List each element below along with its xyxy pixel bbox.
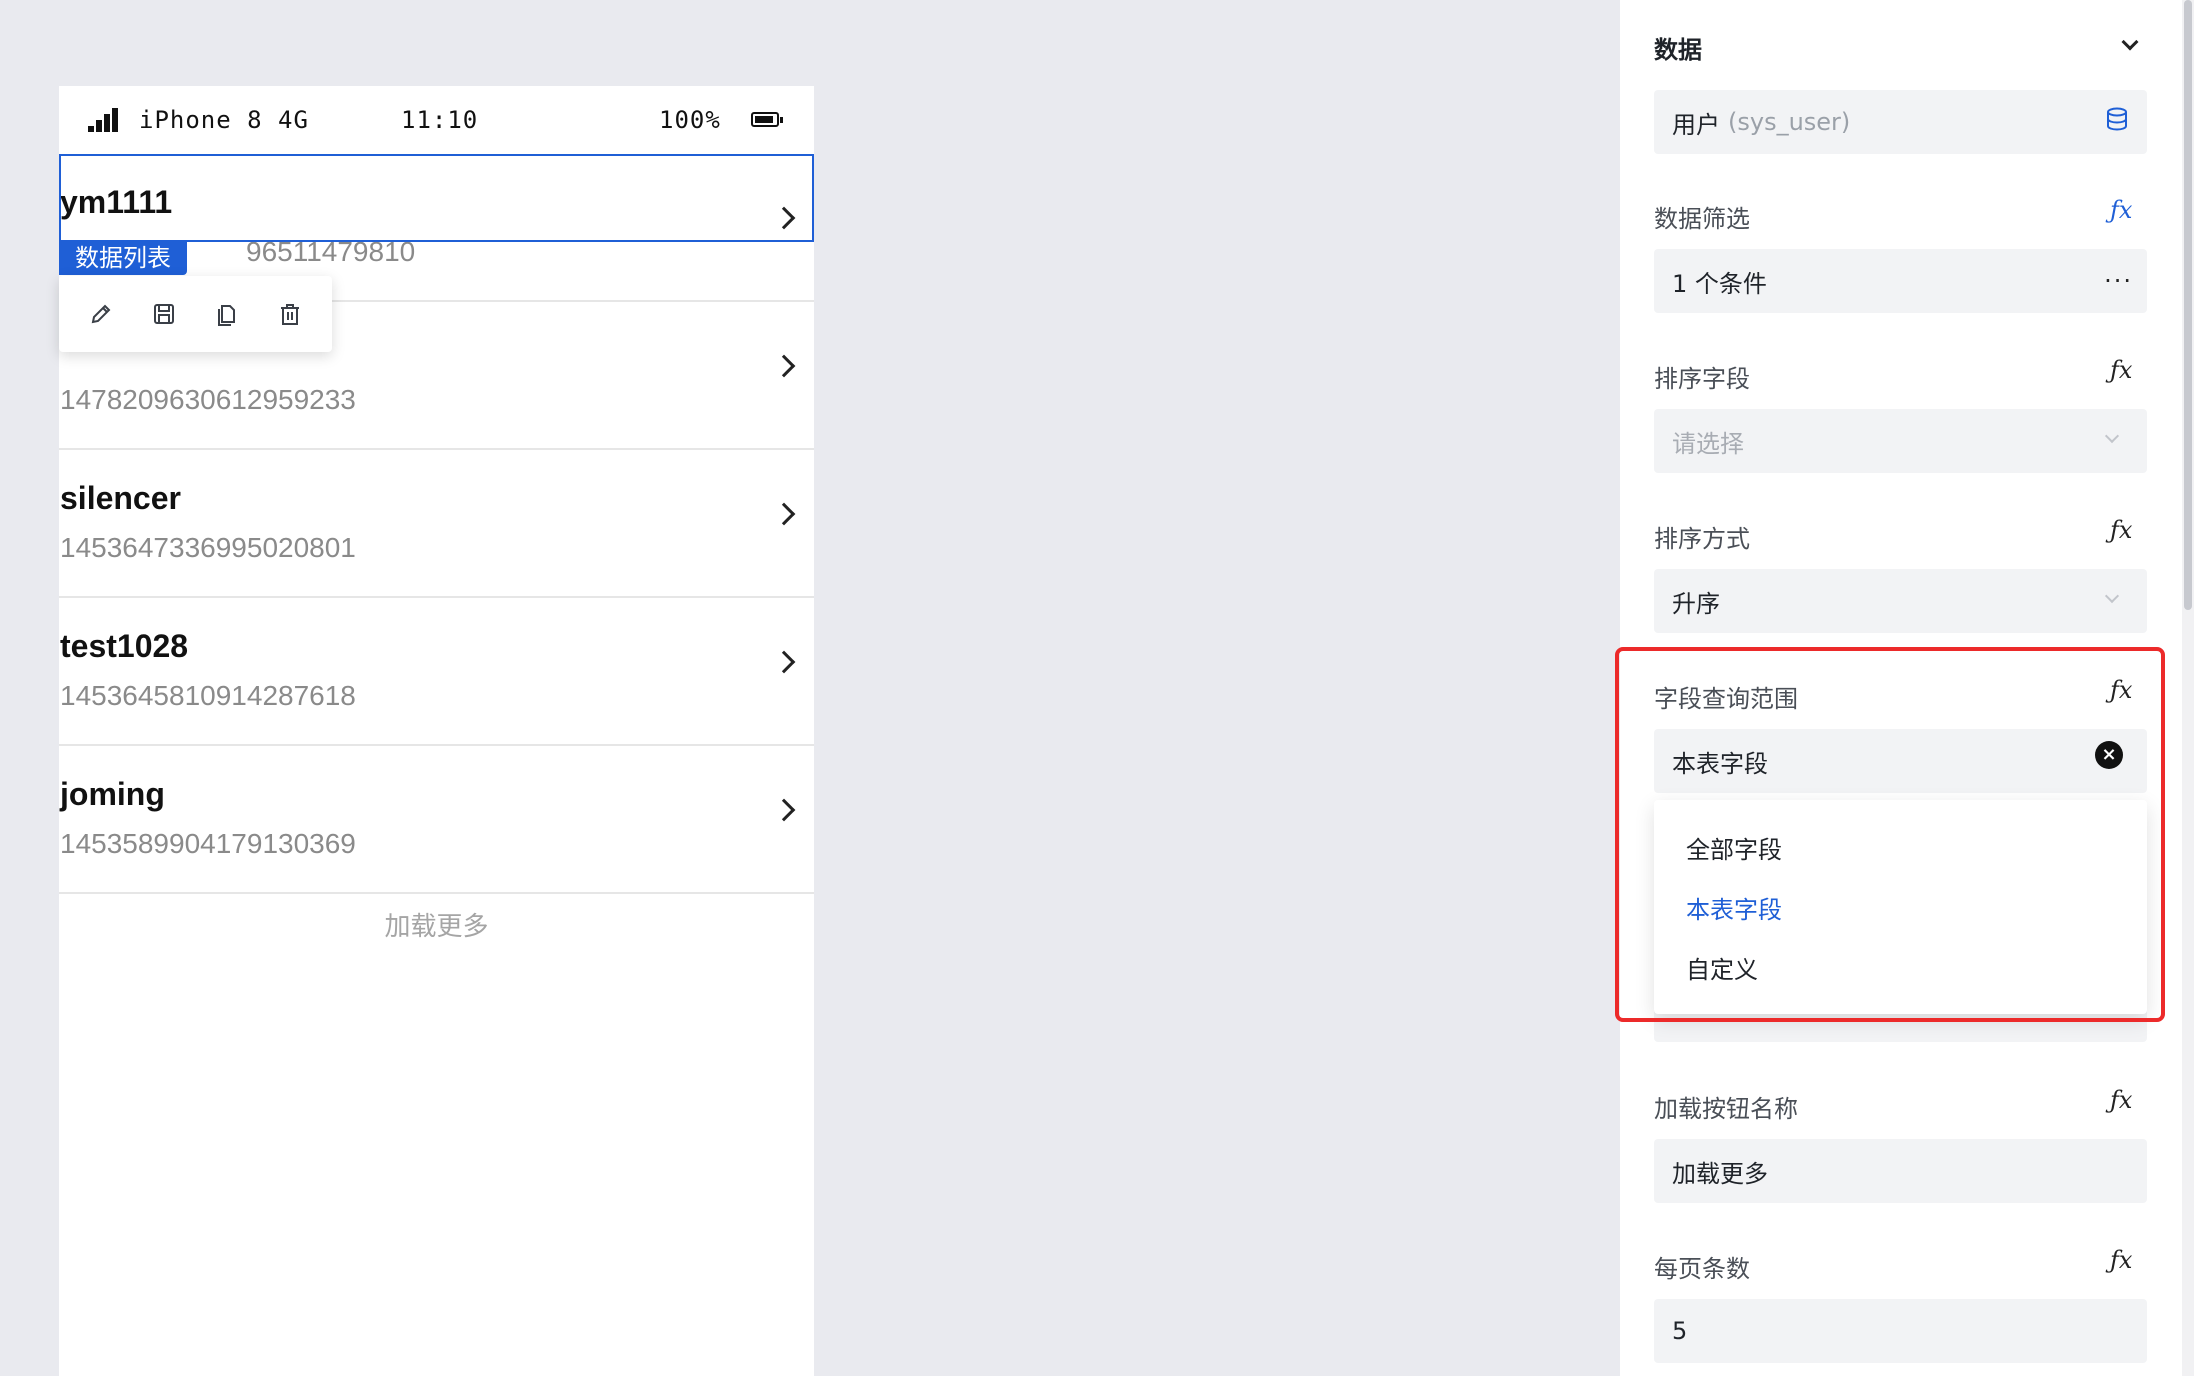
field-scope-label: 字段查询范围 xyxy=(1654,685,1798,713)
filter-field[interactable]: 1 个条件 ··· xyxy=(1654,249,2147,313)
list-item[interactable]: test1028 1453645810914287618 xyxy=(59,598,814,746)
edit-pencil-icon[interactable] xyxy=(83,296,119,332)
chevron-right-icon xyxy=(772,502,796,526)
delete-trash-icon[interactable] xyxy=(272,296,308,332)
page-size-label: 每页条数 xyxy=(1654,1255,1750,1283)
fx-icon[interactable]: ƒx xyxy=(2110,516,2132,544)
more-options-icon[interactable]: ··· xyxy=(2104,267,2133,295)
list-item[interactable]: silencer 1453647336995020801 xyxy=(59,450,814,598)
field-scope-value: 本表字段 xyxy=(1672,749,1768,778)
chevron-down-icon xyxy=(2104,428,2120,444)
fx-icon[interactable]: ƒx xyxy=(2110,1246,2132,1274)
sort-method-value: 升序 xyxy=(1672,589,1720,618)
page-size-value: 5 xyxy=(1672,1317,1688,1345)
sort-field-label: 排序字段 xyxy=(1654,365,1750,393)
sort-field-select[interactable]: 请选择 xyxy=(1654,409,2147,473)
data-source-name: 用户 xyxy=(1672,110,1720,139)
list-item-title: joming xyxy=(60,776,165,812)
battery-icon xyxy=(751,112,783,127)
list-item-title: test1028 xyxy=(60,628,189,664)
chevron-down-icon xyxy=(2104,588,2120,604)
load-button-name-input[interactable]: 加载更多 xyxy=(1654,1139,2147,1203)
chevron-right-icon xyxy=(772,206,796,230)
chevron-right-icon xyxy=(772,354,796,378)
phone-preview: iPhone 8 4G 11:10 100% ym1111 9651147981… xyxy=(59,86,814,1376)
load-more-text[interactable]: 加载更多 xyxy=(59,906,814,943)
field-scope-dropdown: 全部字段 本表字段 自定义 xyxy=(1654,800,2147,1014)
option-this-table-fields[interactable]: 本表字段 xyxy=(1654,888,2147,948)
clock: 11:10 xyxy=(401,106,479,134)
data-source-code: (sys_user) xyxy=(1728,108,1851,136)
list-item-subtitle: 1453645810914287618 xyxy=(60,680,356,711)
properties-panel: 数据 用户 (sys_user) 数据筛选 ƒx 1 个条件 ··· 排序字段 … xyxy=(1620,0,2194,1376)
signal-icon xyxy=(88,108,122,132)
fx-icon[interactable]: ƒx xyxy=(2110,1086,2132,1114)
fx-icon[interactable]: ƒx xyxy=(2110,196,2132,224)
sort-method-select[interactable]: 升序 xyxy=(1654,569,2147,633)
option-all-fields[interactable]: 全部字段 xyxy=(1654,828,2147,888)
fx-icon[interactable]: ƒx xyxy=(2110,676,2132,704)
sort-field-placeholder: 请选择 xyxy=(1672,429,1744,458)
field-scope-select[interactable]: 本表字段 × xyxy=(1654,729,2147,793)
copy-icon[interactable] xyxy=(209,296,245,332)
chevron-down-icon[interactable] xyxy=(2121,33,2139,51)
database-icon xyxy=(2103,105,2131,139)
filter-label: 数据筛选 xyxy=(1654,205,1750,233)
load-button-name-value: 加载更多 xyxy=(1672,1159,1768,1188)
list-item-title: ym1111 xyxy=(60,184,173,220)
list-item-subtitle: 1478209630612959233 xyxy=(60,384,356,415)
sort-method-label: 排序方式 xyxy=(1654,525,1750,553)
list-item[interactable]: joming 1453589904179130369 xyxy=(59,746,814,894)
component-toolbar xyxy=(59,276,332,352)
list-item-title: silencer xyxy=(60,480,181,516)
section-title: 数据 xyxy=(1654,36,1702,64)
status-bar: iPhone 8 4G 11:10 100% xyxy=(59,86,814,154)
chevron-right-icon xyxy=(772,650,796,674)
component-tag: 数据列表 xyxy=(59,241,187,275)
load-button-name-label: 加载按钮名称 xyxy=(1654,1095,1798,1123)
carrier-label: iPhone 8 4G xyxy=(139,106,309,134)
clear-icon[interactable]: × xyxy=(2095,741,2123,769)
data-source-field[interactable]: 用户 (sys_user) xyxy=(1654,90,2147,154)
panel-scrollbar[interactable] xyxy=(2182,0,2194,1376)
page-size-input[interactable]: 5 xyxy=(1654,1299,2147,1363)
fx-icon[interactable]: ƒx xyxy=(2110,356,2132,384)
list-item-subtitle: 1453647336995020801 xyxy=(60,532,356,563)
option-custom[interactable]: 自定义 xyxy=(1654,948,2147,1008)
filter-value: 1 个条件 xyxy=(1672,269,1767,298)
save-icon[interactable] xyxy=(146,296,182,332)
list-item-subtitle: 1453589904179130369 xyxy=(60,828,356,859)
chevron-right-icon xyxy=(772,798,796,822)
scrollbar-thumb[interactable] xyxy=(2184,0,2192,610)
battery-percent: 100% xyxy=(659,106,721,134)
list-item-subtitle: 96511479810 xyxy=(246,236,416,267)
